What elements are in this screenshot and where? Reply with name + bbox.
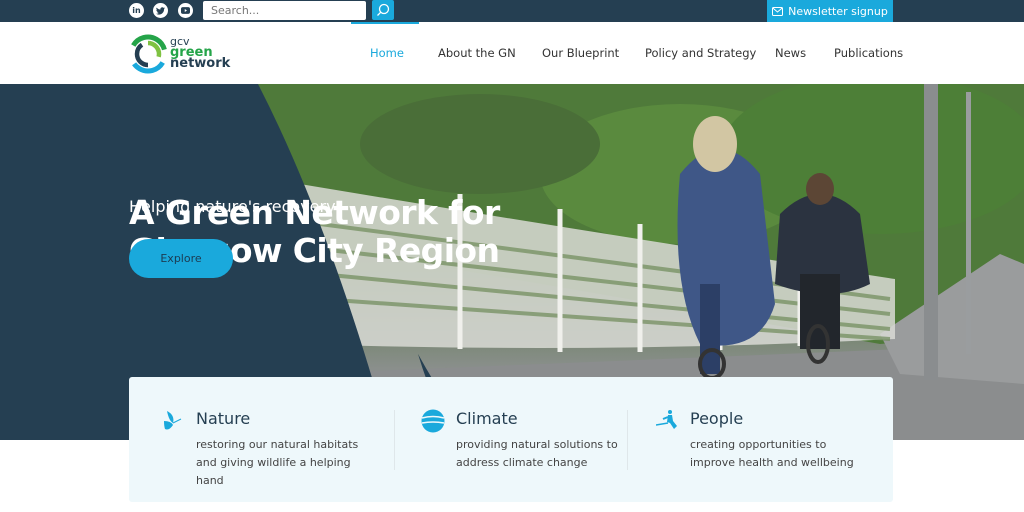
card-title: Nature [196,409,251,428]
nav-policy-strategy[interactable]: Policy and Strategy [645,46,756,60]
envelope-icon [772,6,784,16]
search-button[interactable] [372,0,394,20]
card-title: People [690,409,744,428]
card-description: providing natural solutions to address c… [456,438,618,469]
butterfly-icon [164,411,182,430]
newsletter-signup-button[interactable]: Newsletter signup [767,0,893,22]
logo-network: network [170,56,231,71]
nav-publications[interactable]: Publications [834,46,903,60]
card-description: creating opportunities to improve health… [690,438,854,469]
nav-about[interactable]: About the GN [438,46,516,60]
globe-icon [421,409,445,433]
feature-cards: Nature restoring our natural habitats an… [129,377,893,502]
card-people[interactable]: People creating opportunities to improve… [628,377,893,502]
newsletter-label: Newsletter signup [788,4,888,18]
twitter-icon[interactable] [153,3,168,18]
explore-button[interactable]: Explore [129,239,233,278]
search-input[interactable] [203,1,366,20]
linkedin-icon[interactable]: in [129,3,144,18]
nav-home[interactable]: Home [370,46,404,60]
card-title: Climate [456,409,518,428]
logo-swirl-icon [128,34,168,74]
card-nature[interactable]: Nature restoring our natural habitats an… [129,377,394,502]
card-description: restoring our natural habitats and givin… [196,438,359,487]
nav-blueprint[interactable]: Our Blueprint [542,46,619,60]
active-nav-indicator [351,22,419,24]
main-navigation: gcv green network Home About the GN Our … [0,22,1024,84]
hero-subtitle: Helping nature's recovery [129,197,336,216]
card-climate[interactable]: Climate providing natural solutions to a… [395,377,627,502]
youtube-icon[interactable] [178,3,193,18]
search-icon [377,3,390,16]
top-bar: in Newsletter signup [0,0,1024,22]
nav-news[interactable]: News [775,46,806,60]
runner-icon [656,410,677,429]
logo-text: gcv green network [170,36,231,71]
gcv-green-network-logo[interactable]: gcv green network [128,32,248,76]
